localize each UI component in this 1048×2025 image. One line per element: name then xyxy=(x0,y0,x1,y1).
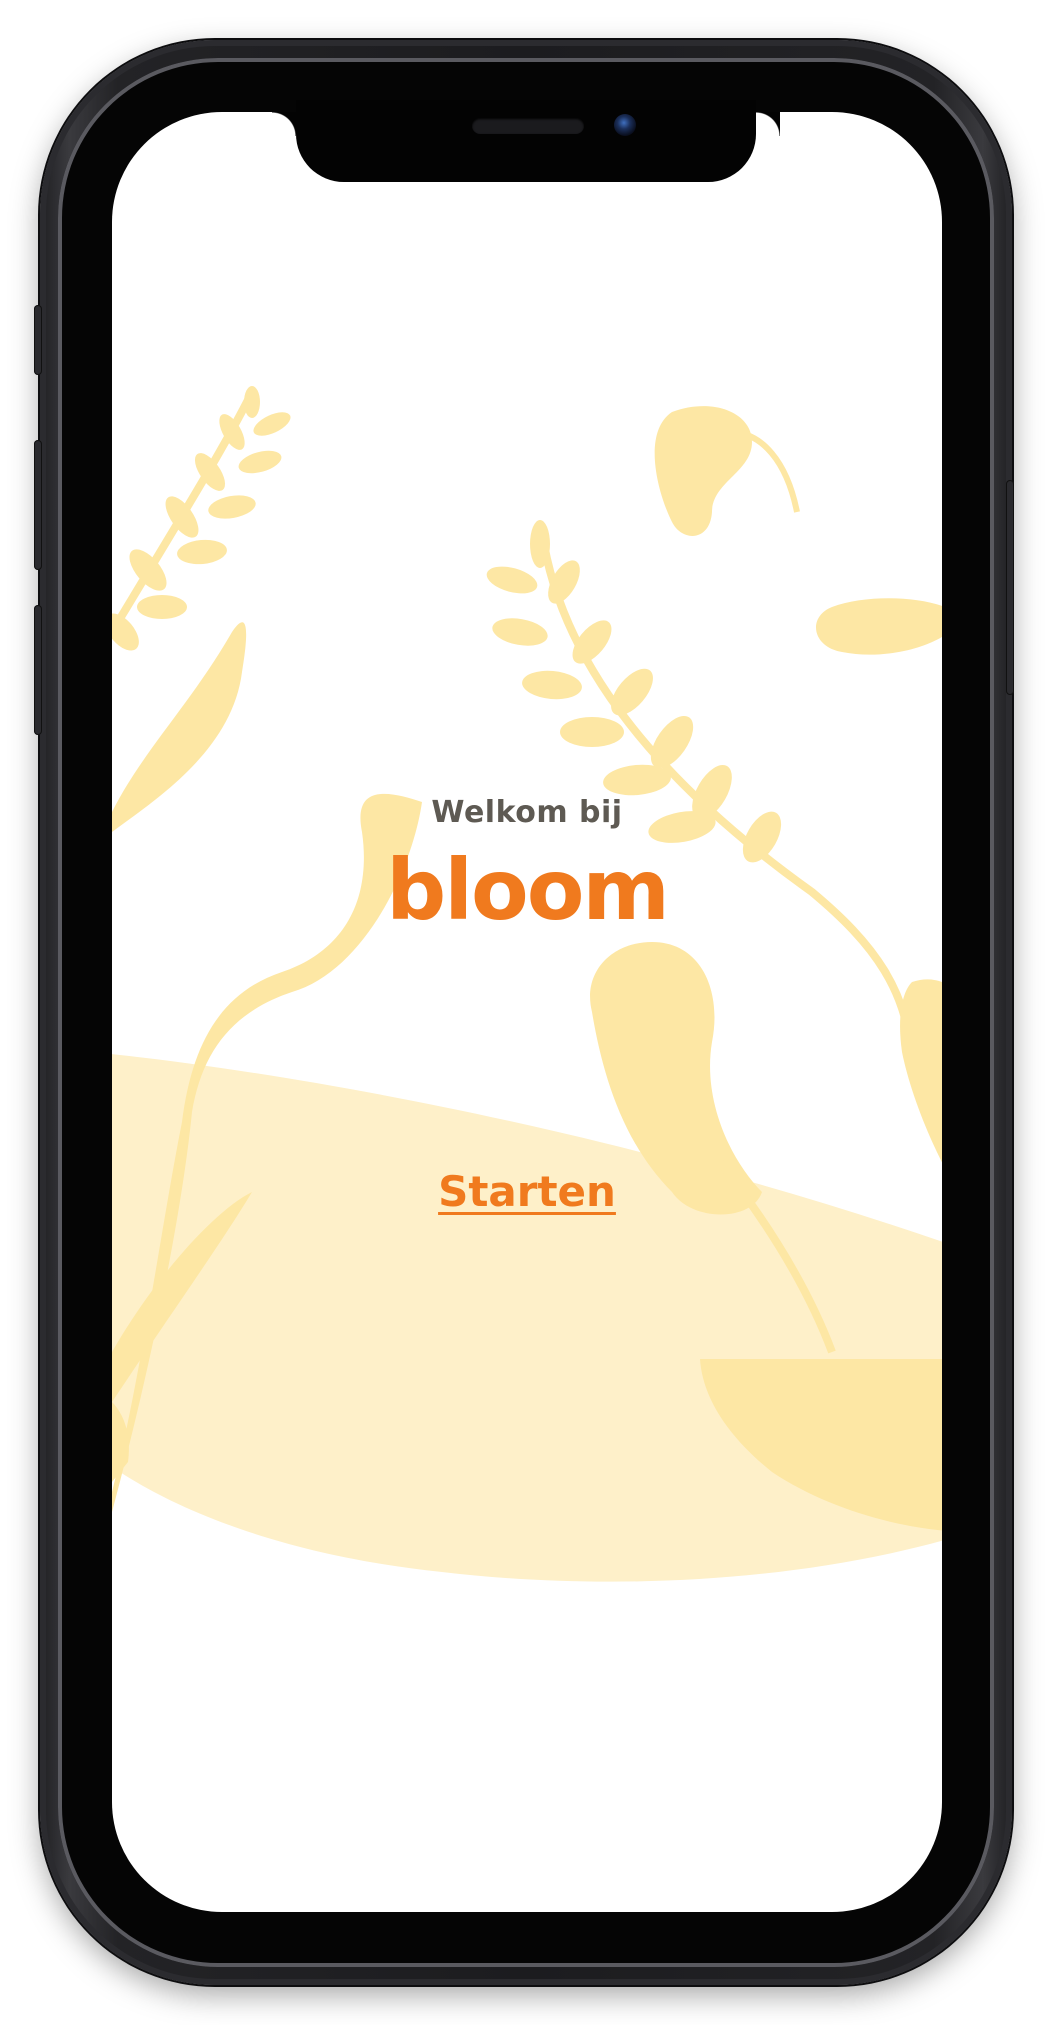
curled-leaf-top-right xyxy=(654,406,800,536)
fern-top-left xyxy=(112,386,291,651)
floral-background xyxy=(112,386,942,1582)
silent-switch xyxy=(34,305,42,375)
volume-up-button xyxy=(34,440,42,570)
start-button[interactable]: Starten xyxy=(438,1167,616,1216)
earpiece-speaker xyxy=(472,118,584,134)
phone-notch xyxy=(296,100,780,182)
front-camera xyxy=(614,114,636,136)
app-screen: Welkom bij bloom Starten xyxy=(112,112,942,1912)
volume-down-button xyxy=(34,605,42,735)
start-link-container: Starten xyxy=(112,1167,942,1216)
leaf-right-edge xyxy=(816,598,942,655)
welcome-greeting: Welkom bij xyxy=(431,795,623,830)
power-button xyxy=(1006,480,1014,695)
brand-logo-text: bloom xyxy=(386,841,670,939)
welcome-heading-block: Welkom bij bloom xyxy=(112,795,942,940)
